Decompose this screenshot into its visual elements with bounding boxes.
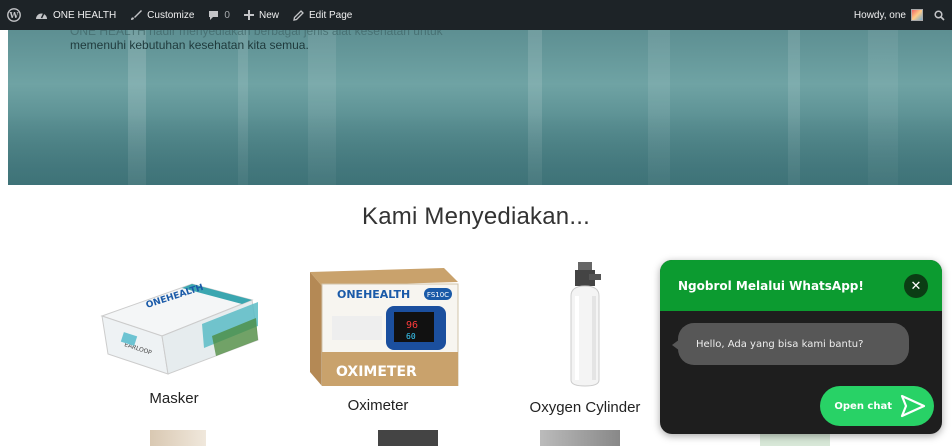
product-label: Oxygen Cylinder: [529, 399, 641, 416]
site-name-menu[interactable]: ONE HEALTH: [28, 0, 123, 30]
oxygen-cylinder-image[interactable]: [565, 262, 605, 388]
wordpress-icon: W: [7, 8, 21, 22]
comments-button[interactable]: 0: [201, 0, 237, 30]
product-label: Oximeter: [347, 397, 409, 414]
admin-bar: W ONE HEALTH Customize 0 New Edit Page H…: [0, 0, 952, 30]
brush-icon: [131, 10, 143, 20]
pencil-icon: [293, 9, 304, 21]
search-button[interactable]: [927, 0, 952, 30]
new-label: New: [258, 9, 279, 21]
search-icon: [934, 9, 945, 21]
comments-count: 0: [224, 9, 230, 21]
avatar: [911, 9, 923, 21]
plus-icon: [243, 10, 254, 20]
product-label: Masker: [149, 390, 199, 407]
svg-text:60: 60: [406, 332, 416, 341]
new-content-button[interactable]: New: [237, 0, 286, 30]
close-icon: ✕: [910, 277, 922, 293]
site-name-label: ONE HEALTH: [53, 9, 117, 21]
account-menu[interactable]: Howdy, one: [847, 0, 927, 30]
dashboard-icon: [36, 12, 47, 19]
comment-icon: [209, 10, 219, 20]
chat-header-title: Ngobrol Melalui WhatsApp!: [678, 278, 864, 293]
open-chat-button[interactable]: Open chat: [820, 386, 934, 426]
open-chat-label: Open chat: [834, 400, 892, 412]
close-chat-button[interactable]: ✕: [904, 273, 928, 298]
oximeter-box-text: OXIMETER: [336, 364, 417, 380]
product-oxygen-cylinder[interactable]: Oxygen Cylinder: [526, 399, 644, 416]
product-image-peek: [150, 430, 206, 446]
product-masker[interactable]: Masker: [120, 390, 228, 407]
product-oximeter[interactable]: Oximeter: [324, 397, 432, 414]
hero-text-line1: ONE HEALTH hadir menyediakan berbagai je…: [70, 30, 443, 38]
edit-page-button[interactable]: Edit Page: [286, 0, 359, 30]
customize-label: Customize: [147, 9, 195, 21]
oximeter-box-brand: ONEHEALTH: [337, 288, 410, 301]
oximeter-image[interactable]: ONEHEALTH FS10C 96 60 OXIMETER: [292, 262, 462, 387]
chat-message-bubble: Hello, Ada yang bisa kami bantu?: [672, 323, 909, 365]
svg-text:W: W: [9, 10, 20, 20]
customize-button[interactable]: Customize: [123, 0, 201, 30]
product-image-peek: [378, 430, 438, 446]
chat-message: Hello, Ada yang bisa kami bantu?: [696, 338, 864, 350]
hero-text: ONE HEALTH hadir menyediakan berbagai je…: [70, 30, 450, 52]
oximeter-box-model: FS10C: [427, 291, 449, 299]
section-title: Kami Menyediakan...: [362, 203, 590, 230]
whatsapp-chat-widget: Ngobrol Melalui WhatsApp! ✕ Hello, Ada y…: [660, 260, 942, 434]
wordpress-logo-button[interactable]: W: [0, 0, 28, 30]
send-icon: [900, 394, 926, 418]
edit-page-label: Edit Page: [309, 9, 353, 21]
hero-text-line2: memenuhi kebutuhan kesehatan kita semua.: [70, 38, 309, 52]
svg-text:96: 96: [406, 320, 418, 331]
howdy-label: Howdy, one: [853, 9, 906, 21]
hero-banner: ONE HEALTH hadir menyediakan berbagai je…: [8, 30, 952, 185]
chat-header: Ngobrol Melalui WhatsApp! ✕: [660, 260, 942, 311]
product-image-peek: [540, 430, 620, 446]
masker-image[interactable]: ONEHEALTH EARLOOP: [92, 266, 260, 378]
